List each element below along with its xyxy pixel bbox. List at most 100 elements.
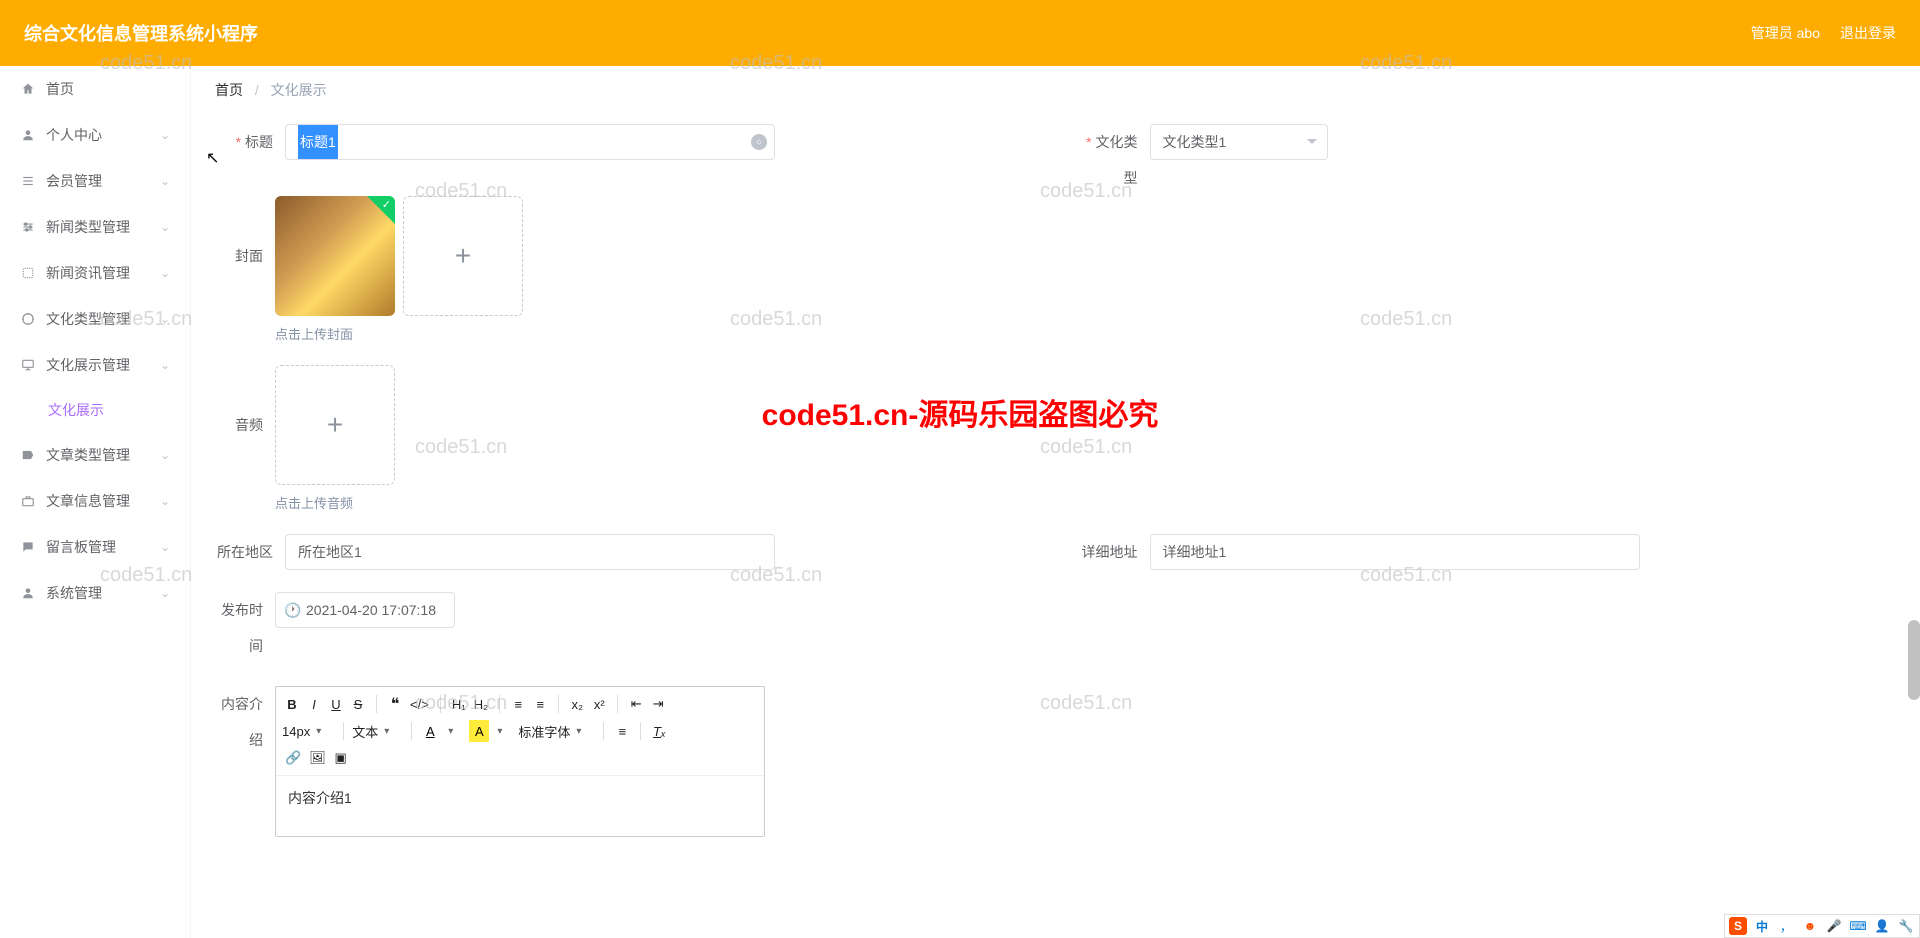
toolbar-sep: [440, 695, 441, 713]
subscript-button[interactable]: x₂: [567, 693, 587, 715]
ordered-list-button[interactable]: ≡: [508, 693, 528, 715]
sidebar-sub-culture-display[interactable]: 文化展示: [0, 388, 190, 432]
sidebar-item-home[interactable]: 首页: [0, 66, 190, 112]
h1-button[interactable]: H₁: [449, 693, 469, 715]
message-icon: [20, 539, 36, 555]
audio-control: + 点击上传音频: [275, 365, 1896, 512]
audio-upload-row: +: [275, 365, 1896, 485]
ime-emoji-icon[interactable]: ☻: [1801, 917, 1819, 935]
chevron-down-icon: ⌄: [160, 128, 170, 142]
title-input[interactable]: 标题1: [285, 124, 775, 160]
label-type: 文化类型: [1080, 124, 1150, 196]
toolbar-sep: [558, 695, 559, 713]
code-button[interactable]: </>: [407, 693, 432, 715]
row-publish: 发布时间 🕐 2021-04-20 17:07:18: [215, 592, 1896, 664]
superscript-button[interactable]: x²: [589, 693, 609, 715]
video-button[interactable]: ▣: [331, 747, 351, 769]
editor-toolbar: B I U S ❝ </> H₁ H₂ ≡ ≡ x₂: [276, 687, 764, 776]
cover-upload-row: +: [275, 196, 1896, 316]
home-icon: [20, 81, 36, 97]
sidebar-label: 会员管理: [46, 171, 102, 191]
tag-icon: [20, 447, 36, 463]
sidebar-item-guestbook[interactable]: 留言板管理 ⌄: [0, 524, 190, 570]
underline-button[interactable]: U: [326, 693, 346, 715]
font-color-arrow[interactable]: [442, 719, 467, 743]
link-button[interactable]: 🔗: [282, 747, 304, 769]
sidebar-item-members[interactable]: 会员管理 ⌄: [0, 158, 190, 204]
check-icon: [367, 196, 395, 224]
cover-add-button[interactable]: +: [403, 196, 523, 316]
breadcrumb: 首页 / 文化展示: [191, 66, 1920, 114]
editor-content[interactable]: 内容介绍1: [276, 776, 764, 836]
toolbar-sep: [499, 695, 500, 713]
indent-inc-button[interactable]: ⇥: [648, 693, 668, 715]
bg-color-button[interactable]: A: [469, 720, 489, 742]
region-input[interactable]: [285, 534, 775, 570]
unordered-list-button[interactable]: ≡: [530, 693, 550, 715]
bg-color-arrow[interactable]: [491, 719, 516, 743]
breadcrumb-current: 文化展示: [271, 82, 327, 98]
strike-button[interactable]: S: [348, 693, 368, 715]
user-icon: [20, 585, 36, 601]
chevron-down-icon: ⌄: [160, 312, 170, 326]
chevron-down-icon: ⌄: [160, 448, 170, 462]
sidebar-label: 首页: [46, 79, 74, 99]
indent-dec-button[interactable]: ⇤: [626, 693, 646, 715]
font-color-button[interactable]: A: [420, 720, 440, 742]
font-size-select[interactable]: 14px: [282, 719, 335, 743]
chevron-down-icon: ⌄: [160, 174, 170, 188]
quote-button[interactable]: ❝: [385, 693, 405, 715]
sidebar-item-article-info[interactable]: 文章信息管理 ⌄: [0, 478, 190, 524]
ime-tool-icon[interactable]: 🔧: [1897, 917, 1915, 935]
sidebar-label: 留言板管理: [46, 537, 116, 557]
toolbar-sep: [640, 722, 641, 740]
audio-add-button[interactable]: +: [275, 365, 395, 485]
sidebar-item-culture-display[interactable]: 文化展示管理 ⌄: [0, 342, 190, 388]
ime-lang-icon[interactable]: 中: [1753, 917, 1771, 935]
ime-mic-icon[interactable]: 🎤: [1825, 917, 1843, 935]
ime-punct-icon[interactable]: ，: [1777, 917, 1795, 935]
label-content: 内容介绍: [215, 686, 275, 758]
italic-button[interactable]: I: [304, 693, 324, 715]
compass-icon: [20, 311, 36, 327]
toolbar-sep: [603, 722, 604, 740]
admin-user-link[interactable]: 管理员 abo: [1751, 23, 1820, 43]
sidebar-label: 新闻类型管理: [46, 217, 130, 237]
user-icon: [20, 127, 36, 143]
sidebar-item-culture-type[interactable]: 文化类型管理 ⌄: [0, 296, 190, 342]
logout-link[interactable]: 退出登录: [1840, 23, 1896, 43]
align-button[interactable]: ≡: [612, 720, 632, 742]
briefcase-icon: [20, 493, 36, 509]
type-select[interactable]: 文化类型1: [1150, 124, 1328, 160]
address-input[interactable]: [1150, 534, 1640, 570]
sidebar-label: 文化类型管理: [46, 309, 130, 329]
scrollbar-thumb[interactable]: [1908, 620, 1920, 700]
publish-date-input[interactable]: 🕐 2021-04-20 17:07:18: [275, 592, 455, 628]
paragraph-select[interactable]: 文本: [352, 719, 403, 743]
sidebar-item-news-info[interactable]: 新闻资讯管理 ⌄: [0, 250, 190, 296]
sidebar-label: 文章信息管理: [46, 491, 130, 511]
type-value: 文化类型1: [1163, 132, 1227, 152]
toolbar-sep: [617, 695, 618, 713]
sidebar-label: 系统管理: [46, 583, 102, 603]
ime-logo-icon[interactable]: S: [1729, 917, 1747, 935]
bold-button[interactable]: B: [282, 693, 302, 715]
form-area: 标题 标题1 ○ 文化类型 文化类型1 封面: [191, 114, 1920, 869]
ime-user-icon[interactable]: 👤: [1873, 917, 1891, 935]
ime-keyboard-icon[interactable]: ⌨: [1849, 917, 1867, 935]
main-content: 首页 / 文化展示 标题 标题1 ○ 文化类型 文化类型1 封面: [191, 66, 1920, 938]
ime-bar: S 中 ， ☻ 🎤 ⌨ 👤 🔧: [1724, 914, 1920, 938]
breadcrumb-home[interactable]: 首页: [215, 82, 243, 98]
h2-button[interactable]: H₂: [471, 693, 491, 715]
toolbar-sep: [411, 722, 412, 740]
label-region: 所在地区: [215, 534, 285, 570]
clear-icon[interactable]: ○: [751, 134, 767, 150]
font-family-select[interactable]: 标准字体: [518, 719, 595, 743]
sidebar-item-article-type[interactable]: 文章类型管理 ⌄: [0, 432, 190, 478]
sidebar-item-system[interactable]: 系统管理 ⌄: [0, 570, 190, 616]
sidebar-item-profile[interactable]: 个人中心 ⌄: [0, 112, 190, 158]
clear-format-button[interactable]: Tₓ: [649, 720, 669, 742]
cover-thumbnail[interactable]: [275, 196, 395, 316]
image-button[interactable]: 🖼: [306, 747, 329, 769]
sidebar-item-news-type[interactable]: 新闻类型管理 ⌄: [0, 204, 190, 250]
